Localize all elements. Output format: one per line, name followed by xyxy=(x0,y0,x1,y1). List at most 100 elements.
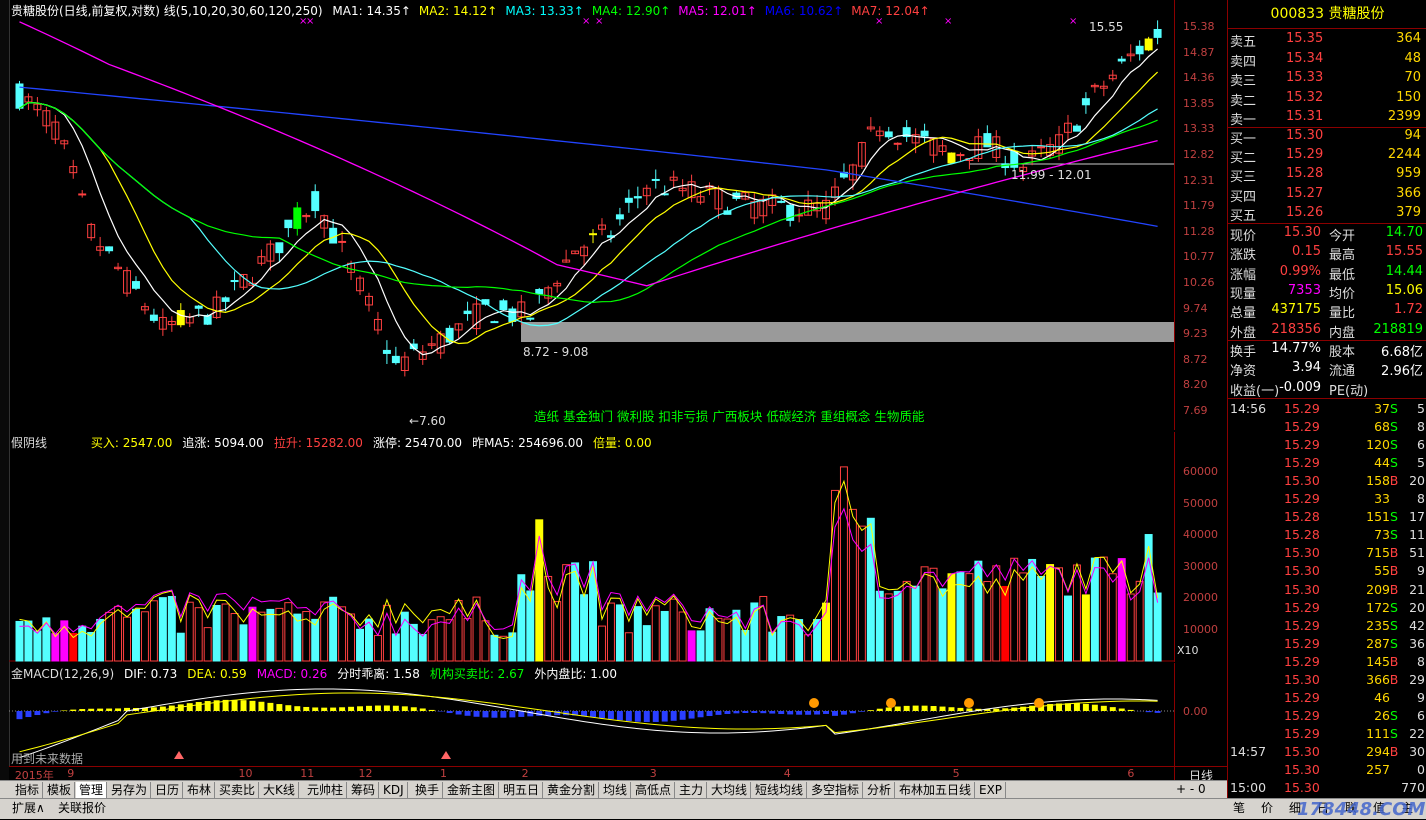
indicator-tab[interactable]: 另存为 xyxy=(108,782,151,798)
macd-histogram-bar xyxy=(61,710,67,711)
indicator-tab[interactable]: 布林加五日线 xyxy=(896,782,975,798)
indicator-tab[interactable]: EXP xyxy=(976,782,1006,798)
volume-panel[interactable]: 假阴线 买入: 2547.00追涨: 5094.00拉升: 15282.00涨停… xyxy=(9,432,1174,662)
macd-histogram-bar xyxy=(366,706,372,711)
volume-bar xyxy=(249,607,256,661)
macd-histogram-bar xyxy=(250,701,256,711)
macd-histogram-bar xyxy=(957,708,963,711)
candle-body xyxy=(527,318,534,319)
stat-cell: 净资 xyxy=(1230,360,1256,379)
tab-bar-controls[interactable]: + - 0 xyxy=(1176,782,1206,796)
volume-bar xyxy=(697,631,704,661)
volume-bar xyxy=(715,618,722,661)
macd-panel[interactable]: 金MACD(12,26,9) DIF: 0.73DEA: 0.59MACD: 0… xyxy=(9,663,1174,766)
tick-cell: 14:56 xyxy=(1230,401,1266,416)
tick-cell: 15.29 xyxy=(1284,726,1320,741)
volume-bar xyxy=(195,608,202,661)
quote-divider xyxy=(1228,127,1426,128)
tick-cell: 15.30 xyxy=(1284,780,1320,795)
indicator-tab[interactable]: 换手 xyxy=(412,782,443,798)
volume-bar xyxy=(419,634,426,661)
ask-label: 卖一 xyxy=(1230,109,1256,128)
macd-legend-item: 机构买卖比: 2.67 xyxy=(430,667,525,681)
stat-cell: 最高 xyxy=(1329,244,1355,263)
volume-bar xyxy=(993,566,1000,661)
volume-bar xyxy=(643,626,650,661)
volume-bar xyxy=(545,576,552,661)
ask-volume: 150 xyxy=(1396,90,1421,105)
macd-histogram-bar xyxy=(267,703,273,711)
tick-row: 15.29120S6 xyxy=(1228,437,1426,455)
macd-histogram-bar xyxy=(787,711,793,714)
quote-tab[interactable]: 笔 xyxy=(1233,800,1245,816)
volume-bar xyxy=(563,565,570,661)
macd-histogram-bar xyxy=(34,711,40,715)
ma-label-6: MA6: 10.62↑ xyxy=(765,4,843,18)
indicator-tab[interactable]: 模板 xyxy=(44,782,75,798)
candle-body xyxy=(383,350,390,353)
indicator-tab[interactable]: 短线均线 xyxy=(752,782,807,798)
macd-buy-arrow xyxy=(441,751,451,759)
candle-body xyxy=(231,281,238,282)
volume-bar xyxy=(446,620,453,661)
volume-bar xyxy=(133,609,140,661)
macd-histogram-bar xyxy=(276,704,282,711)
indicator-tab[interactable]: 日历 xyxy=(152,782,183,798)
indicator-tab[interactable]: 分析 xyxy=(864,782,895,798)
indicator-tab[interactable]: 筹码 xyxy=(348,782,379,798)
kline-chart-panel[interactable]: ××××××× 贵糖股份(日线,前复权,对数) 线(5,10,20,30,60,… xyxy=(9,0,1174,430)
tick-cell: 33 xyxy=(1358,491,1390,506)
quote-tab[interactable]: 价 xyxy=(1261,800,1273,816)
stat-cell: 7353 xyxy=(1288,283,1321,298)
indicator-tab[interactable]: KDJ xyxy=(380,782,408,798)
tick-cell: 42 xyxy=(1409,618,1425,633)
volume-bar xyxy=(1011,558,1018,661)
period-label[interactable]: 日线 xyxy=(1174,766,1227,781)
indicator-tab[interactable]: 明五日 xyxy=(500,782,543,798)
tick-cell: 6 xyxy=(1417,708,1425,723)
indicator-tab[interactable]: 金新主图 xyxy=(444,782,499,798)
price-axis-label: 13.33 xyxy=(1183,122,1215,135)
indicator-tab[interactable]: 主力 xyxy=(676,782,707,798)
macd-histogram-bar xyxy=(1074,703,1080,711)
candle-body xyxy=(957,155,964,156)
tick-cell: 15.29 xyxy=(1284,401,1320,416)
volume-bar xyxy=(34,631,41,661)
tick-cell: 20 xyxy=(1409,600,1425,615)
volume-bar xyxy=(428,620,435,661)
indicator-tab[interactable]: 黄金分割 xyxy=(544,782,599,798)
volume-bar xyxy=(339,607,346,661)
volume-svg[interactable] xyxy=(9,432,1174,662)
volume-bar xyxy=(464,618,471,661)
indicator-tab[interactable]: 均线 xyxy=(600,782,631,798)
indicator-tab[interactable]: 布林 xyxy=(184,782,215,798)
macd-histogram-bar xyxy=(760,711,766,713)
tick-cell: 15.30 xyxy=(1284,762,1320,777)
indicator-tab[interactable]: 多空指标 xyxy=(808,782,863,798)
stat-cell: 14.77% xyxy=(1271,341,1321,356)
indicator-tab[interactable]: 大K线 xyxy=(260,782,299,798)
kline-chart-svg[interactable]: ××××××× xyxy=(9,0,1174,430)
bid-row: 买五15.26379 xyxy=(1228,205,1426,224)
indicator-tab[interactable]: 大均线 xyxy=(708,782,751,798)
tick-row: 15.29338 xyxy=(1228,491,1426,509)
macd-histogram-bar xyxy=(886,707,892,711)
volume-header: 假阴线 买入: 2547.00追涨: 5094.00拉升: 15282.00涨停… xyxy=(11,434,668,451)
bottom-tab[interactable]: 扩展∧ xyxy=(12,800,45,816)
indicator-tab[interactable]: 指标 xyxy=(12,782,43,798)
indicator-tab[interactable]: 管理 xyxy=(76,782,107,798)
volume-bar xyxy=(500,636,507,661)
volume-bar xyxy=(330,597,337,661)
indicator-tab[interactable]: 买卖比 xyxy=(216,782,259,798)
indicator-tab[interactable]: 高低点 xyxy=(632,782,675,798)
volume-bar xyxy=(1065,596,1072,661)
indicator-tab[interactable]: 元帅柱 xyxy=(304,782,347,798)
ask-label: 卖四 xyxy=(1230,51,1256,70)
ask-price: 15.31 xyxy=(1286,109,1323,124)
bid-label: 买一 xyxy=(1230,128,1256,147)
stat-cell: 2.96亿 xyxy=(1381,360,1423,379)
tick-cell: 14:57 xyxy=(1230,744,1266,759)
candle-body xyxy=(616,215,623,219)
bottom-tab[interactable]: 关联报价 xyxy=(58,800,106,816)
volume-bar xyxy=(437,617,444,661)
